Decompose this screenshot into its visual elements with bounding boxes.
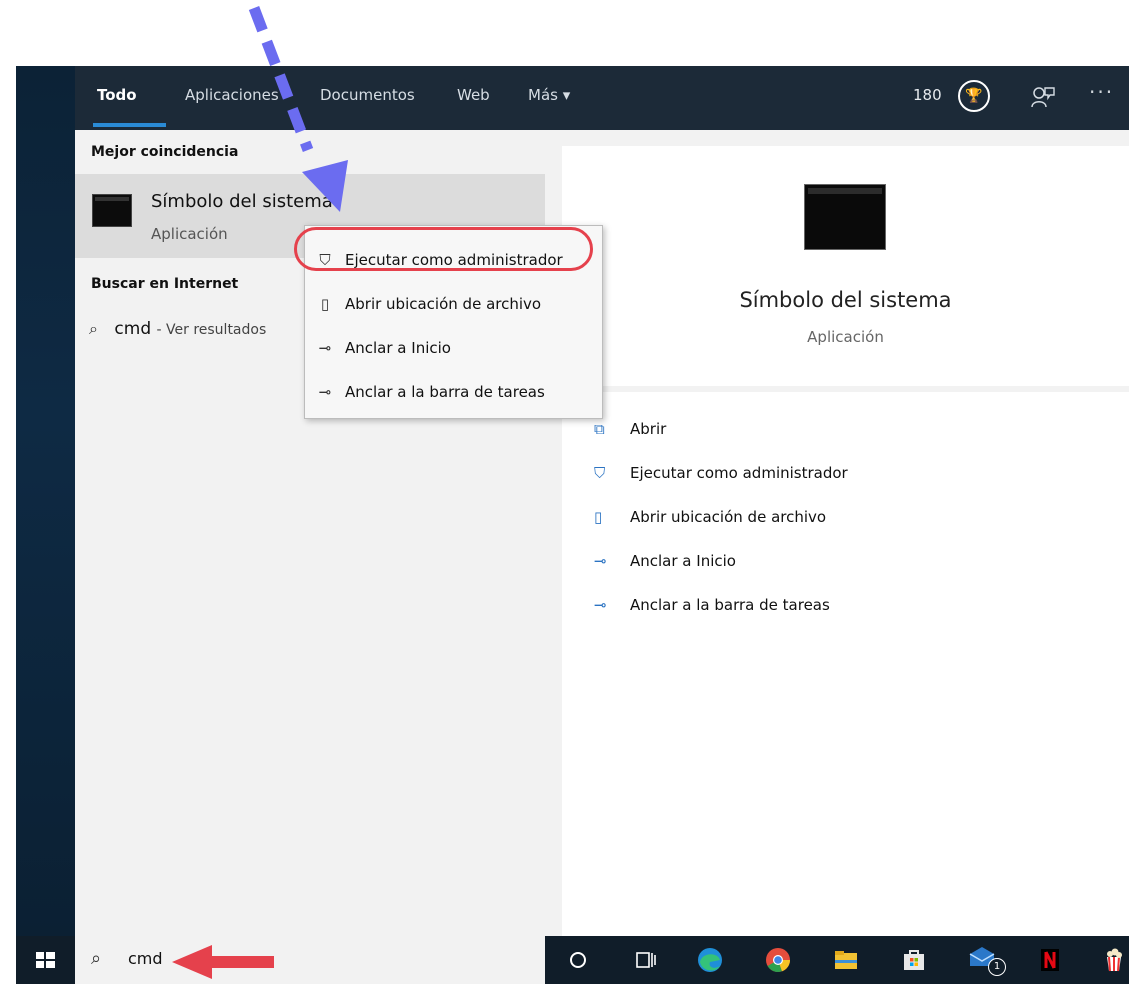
chrome-icon[interactable] — [764, 946, 792, 974]
mail-icon[interactable]: 1 — [966, 944, 1006, 978]
command-prompt-icon — [804, 184, 886, 250]
popcorn-icon[interactable] — [1100, 946, 1128, 974]
red-arrow-annotation — [172, 945, 274, 979]
action-abrir[interactable]: ⧉ Abrir — [594, 420, 666, 438]
active-tab-indicator — [93, 123, 166, 127]
cortana-icon[interactable] — [564, 946, 592, 974]
shield-window-icon: ⛉ — [319, 251, 331, 269]
action-open-file-location[interactable]: ▯ Abrir ubicación de archivo — [594, 508, 826, 526]
feedback-icon[interactable] — [1030, 84, 1056, 110]
preview-title: Símbolo del sistema — [739, 288, 952, 312]
pin-icon: ⊸ — [594, 596, 607, 614]
action-label: Abrir ubicación de archivo — [630, 508, 827, 526]
netflix-icon[interactable] — [1036, 946, 1064, 974]
task-view-icon[interactable] — [632, 946, 660, 974]
edge-icon[interactable] — [696, 946, 724, 974]
tab-web[interactable]: Web — [457, 66, 490, 130]
desktop-background — [16, 66, 75, 936]
menu-item-label: Anclar a Inicio — [345, 339, 451, 357]
taskbar-search-box[interactable]: ⌕ cmd — [75, 936, 545, 984]
file-location-icon: ▯ — [594, 508, 603, 526]
action-label: Abrir — [630, 420, 667, 438]
menu-item-label: Abrir ubicación de archivo — [345, 295, 542, 313]
menu-item-label: Anclar a la barra de tareas — [345, 383, 545, 401]
action-run-as-admin[interactable]: ⛉ Ejecutar como administrador — [594, 464, 848, 482]
web-search-heading: Buscar en Internet — [91, 276, 239, 292]
store-icon[interactable] — [900, 946, 928, 974]
menu-item-pin-to-start[interactable]: ⊸ Anclar a Inicio — [305, 330, 602, 366]
action-label: Anclar a la barra de tareas — [630, 596, 830, 614]
preview-header: Símbolo del sistema Aplicación — [562, 146, 1129, 392]
best-match-heading: Mejor coincidencia — [91, 144, 239, 160]
menu-item-open-file-location[interactable]: ▯ Abrir ubicación de archivo — [305, 286, 602, 322]
web-result-item[interactable]: ⌕ cmd - Ver resultados — [89, 319, 266, 339]
preview-pane: Símbolo del sistema Aplicación ⧉ Abrir ⛉ E… — [562, 146, 1129, 936]
search-input[interactable]: cmd — [128, 949, 163, 968]
search-icon: ⌕ — [91, 948, 102, 969]
trophy-icon[interactable]: 🏆 — [958, 80, 990, 112]
preview-subtitle: Aplicación — [807, 328, 884, 346]
context-menu: ⛉ Ejecutar como administrador ▯ Abrir ubic… — [304, 225, 603, 419]
rewards-score: 180 — [913, 86, 942, 104]
menu-item-pin-to-taskbar[interactable]: ⊸ Anclar a la barra de tareas — [305, 374, 602, 410]
web-hint: - Ver resultados — [156, 322, 267, 338]
command-prompt-icon — [92, 194, 132, 227]
more-options-icon[interactable]: ··· — [1089, 80, 1114, 104]
search-icon: ⌕ — [89, 319, 98, 338]
search-tabs-bar: Todo Aplicaciones Documentos Web Más ▾ 1… — [75, 66, 1129, 130]
search-window: Todo Aplicaciones Documentos Web Más ▾ 1… — [75, 66, 1129, 936]
tab-mas[interactable]: Más ▾ — [528, 66, 570, 130]
action-pin-to-taskbar[interactable]: ⊸ Anclar a la barra de tareas — [594, 596, 830, 614]
action-label: Ejecutar como administrador — [630, 464, 848, 482]
menu-item-run-as-admin[interactable]: ⛉ Ejecutar como administrador — [305, 242, 602, 278]
pin-icon: ⊸ — [318, 339, 332, 357]
file-explorer-icon[interactable] — [832, 946, 860, 974]
pin-icon: ⊸ — [318, 383, 332, 401]
open-icon: ⧉ — [594, 420, 605, 438]
menu-item-label: Ejecutar como administrador — [345, 251, 563, 269]
blue-dashed-arrow-annotation — [248, 6, 348, 212]
shield-window-icon: ⛉ — [594, 464, 606, 482]
best-match-subtitle: Aplicación — [151, 225, 228, 243]
mail-badge: 1 — [988, 958, 1006, 976]
web-query: cmd — [114, 319, 152, 339]
pin-icon: ⊸ — [594, 552, 607, 570]
action-pin-to-start[interactable]: ⊸ Anclar a Inicio — [594, 552, 736, 570]
action-label: Anclar a Inicio — [630, 552, 736, 570]
file-location-icon: ▯ — [320, 295, 330, 313]
windows-start-icon[interactable] — [16, 936, 75, 984]
tab-todo[interactable]: Todo — [97, 66, 137, 130]
